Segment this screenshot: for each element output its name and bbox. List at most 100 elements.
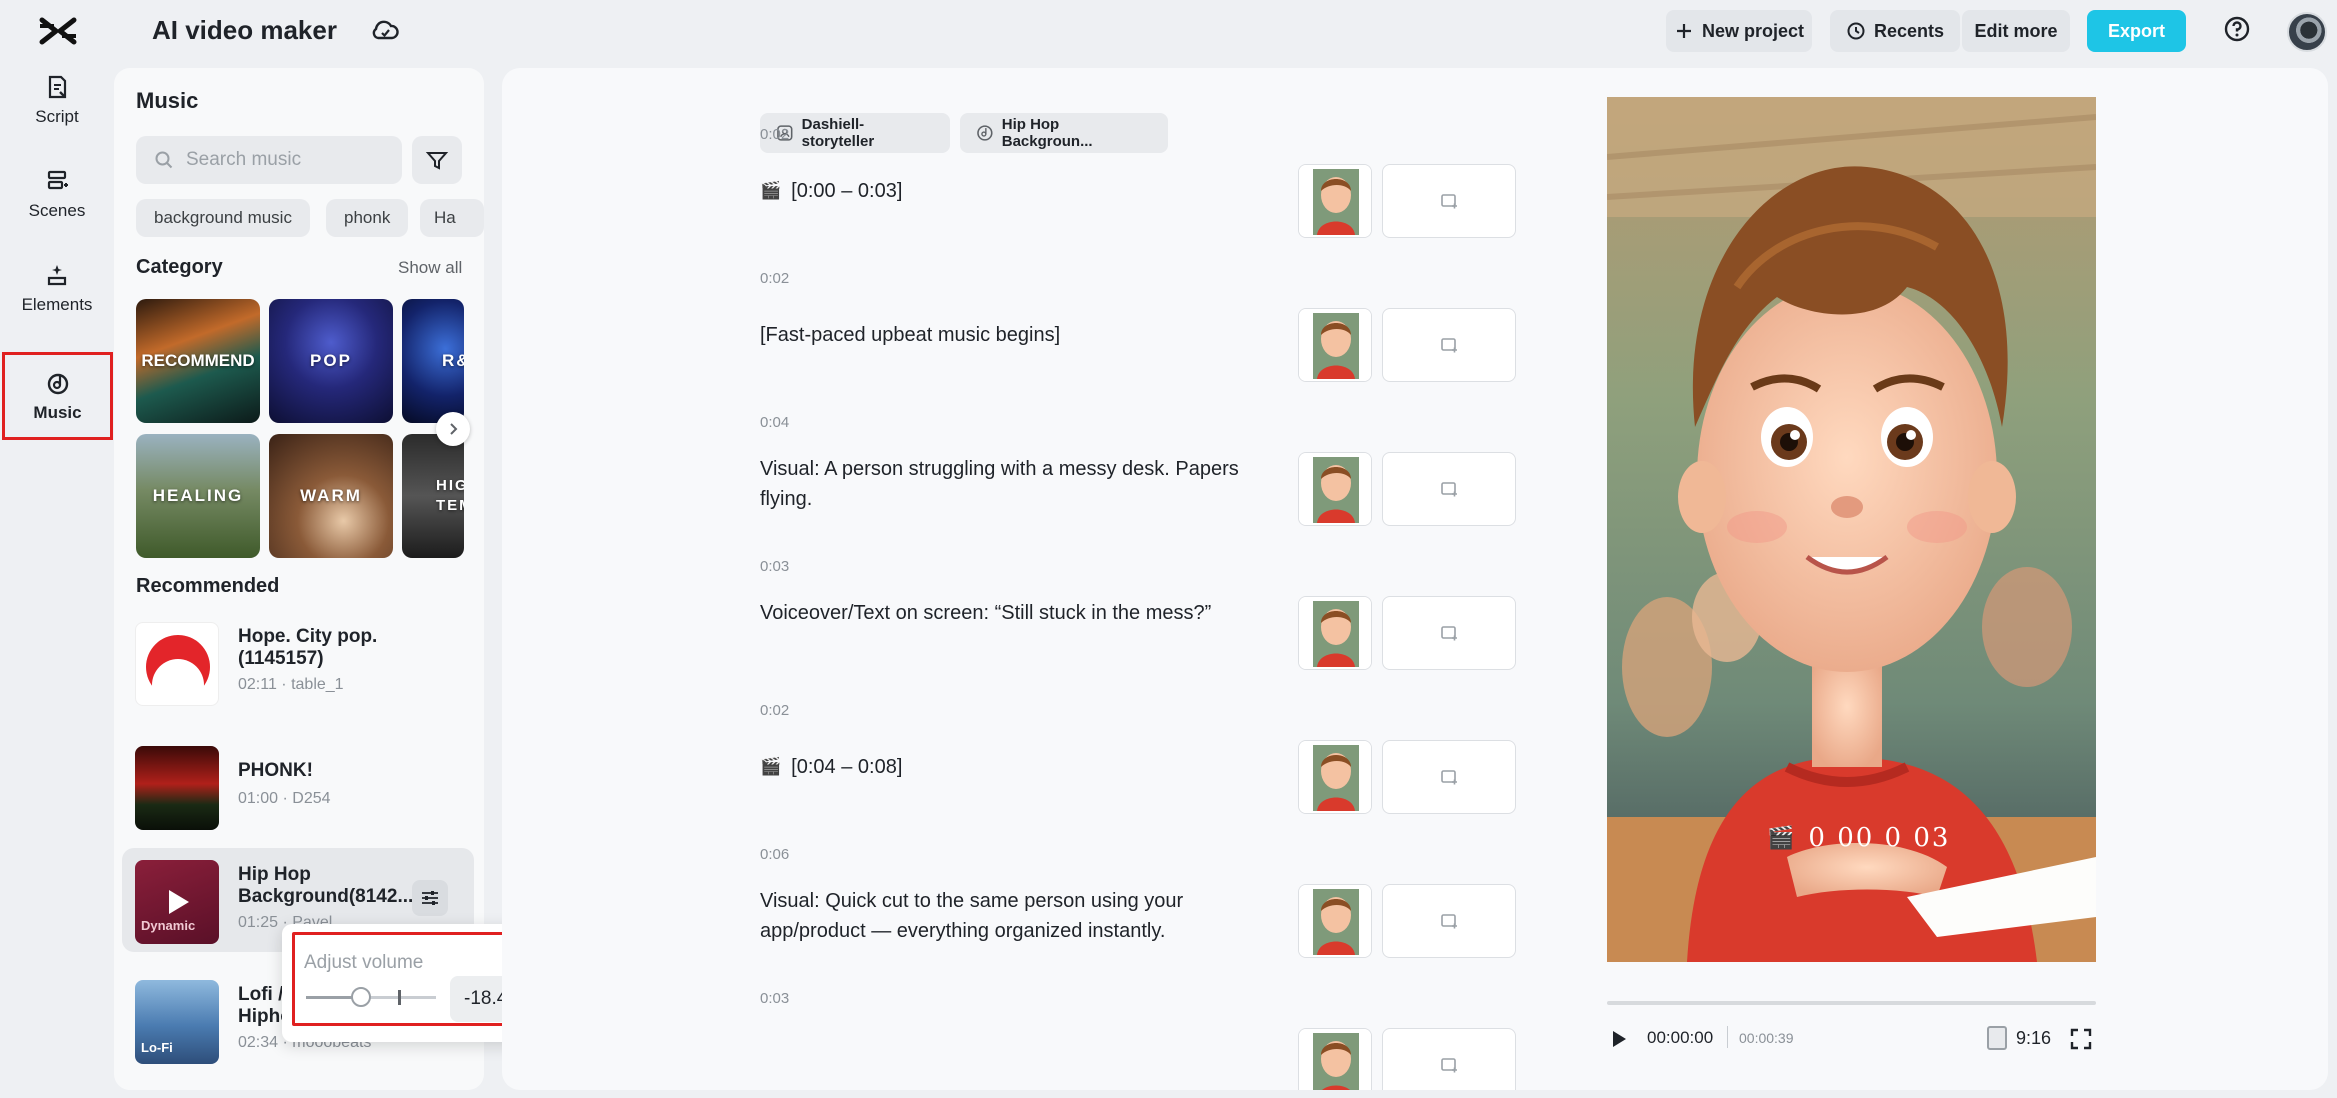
add-media-icon xyxy=(1441,914,1457,929)
chip-background-music[interactable]: background music xyxy=(136,199,310,237)
scenes-icon xyxy=(47,170,68,190)
segment-text[interactable]: Voiceover/Text on screen: “Still stuck i… xyxy=(760,598,1280,628)
sidebar-item-elements[interactable]: Elements xyxy=(0,244,114,332)
sidebar-item-scenes[interactable]: Scenes xyxy=(0,150,114,238)
segment-text[interactable]: 🎬 [0:04 – 0:08] xyxy=(760,752,1280,782)
segment-scene-thumbnail[interactable] xyxy=(1298,452,1372,526)
segment-scene-thumbnail[interactable] xyxy=(1298,740,1372,814)
edit-more-button[interactable]: Edit more xyxy=(1962,10,2070,52)
play-icon[interactable] xyxy=(1610,1028,1628,1050)
category-label: HEALING xyxy=(152,486,244,505)
recents-button[interactable]: Recents xyxy=(1830,10,1960,52)
track-thumbnail xyxy=(135,746,219,830)
adjust-volume-button[interactable] xyxy=(412,880,448,916)
fullscreen-icon[interactable] xyxy=(2070,1028,2092,1050)
track-thumbnail: Dynamic xyxy=(135,860,219,944)
add-media-button[interactable] xyxy=(1382,164,1516,238)
chip-phonk[interactable]: phonk xyxy=(326,199,409,237)
track-meta: 01:00 · D254 xyxy=(238,790,331,807)
category-tile-pop[interactable]: POP xyxy=(269,299,393,423)
segment-duration: 0:02 xyxy=(760,270,790,287)
app-title: AI video maker xyxy=(152,15,337,45)
segment-text[interactable]: Visual: Quick cut to the same person usi… xyxy=(760,886,1280,946)
track-name: Hip Hop Background(8142... xyxy=(238,864,414,907)
segment-text[interactable]: Visual: A person struggling with a messy… xyxy=(760,454,1280,514)
track-item[interactable]: PHONK! 01:00 · D254 xyxy=(122,734,474,838)
export-button[interactable]: Export xyxy=(2087,10,2186,52)
add-media-button[interactable] xyxy=(1382,596,1516,670)
edit-more-label: Edit more xyxy=(1974,20,2058,41)
playback-progress-bar[interactable] xyxy=(1607,1001,2096,1005)
add-media-button[interactable] xyxy=(1382,1028,1516,1090)
segment-duration: 0:02 xyxy=(760,126,790,143)
music-tag[interactable]: Hip Hop Backgroun... xyxy=(960,113,1168,153)
adjust-volume-label: Adjust volume xyxy=(304,952,424,973)
category-tile-warm[interactable]: WARM xyxy=(269,434,393,558)
video-preview[interactable]: 🎬 0 00 0 03 xyxy=(1607,97,2096,962)
avatar[interactable] xyxy=(2287,12,2327,52)
chevron-right-icon[interactable] xyxy=(436,412,470,446)
volume-slider-handle[interactable] xyxy=(351,987,371,1007)
segment-duration: 0:06 xyxy=(760,846,790,863)
track-thumbnail xyxy=(135,622,219,706)
category-tile-recommend[interactable]: RECOMMEND xyxy=(136,299,260,423)
category-label: R& xyxy=(442,351,464,370)
clapperboard-icon: 🎬 xyxy=(760,181,782,200)
segment-text[interactable]: [Fast-paced upbeat music begins] xyxy=(760,320,1280,350)
preview-overlay-time-text: 0 00 0 03 xyxy=(1808,823,1951,853)
clapperboard-icon: 🎬 xyxy=(1767,825,1797,851)
capcut-logo-icon[interactable] xyxy=(38,14,78,48)
category-label: HIG TEM xyxy=(436,477,464,514)
sidebar-item-music[interactable]: Music xyxy=(2,352,113,440)
segment-duration: 0:04 xyxy=(760,414,790,431)
export-label: Export xyxy=(2107,20,2165,41)
search-input[interactable] xyxy=(186,149,376,171)
aspect-ratio-label[interactable]: 9:16 xyxy=(2016,1028,2051,1049)
aspect-ratio-icon[interactable] xyxy=(1987,1026,2007,1050)
sidebar-item-label: Music xyxy=(33,403,82,422)
new-project-label: New project xyxy=(1701,20,1805,41)
add-media-icon xyxy=(1441,770,1457,785)
help-icon[interactable] xyxy=(2222,14,2252,44)
segment-duration: 0:03 xyxy=(760,558,790,575)
sidebar-item-label: Scenes xyxy=(28,201,86,220)
top-bar: AI video maker New project Recents Edit … xyxy=(0,0,2337,62)
segment-text-label: [0:00 – 0:03] xyxy=(791,180,903,202)
new-project-button[interactable]: New project xyxy=(1666,10,1812,52)
add-media-button[interactable] xyxy=(1382,452,1516,526)
add-media-button[interactable] xyxy=(1382,884,1516,958)
segment-text[interactable]: 🎬 [0:00 – 0:03] xyxy=(760,176,1280,206)
add-media-icon xyxy=(1441,1058,1457,1073)
thumb-label: Dynamic xyxy=(141,918,196,933)
plus-icon xyxy=(1676,24,1691,38)
clapperboard-icon: 🎬 xyxy=(760,757,782,776)
category-tile-healing[interactable]: HEALING xyxy=(136,434,260,558)
sidebar-item-label: Script xyxy=(35,107,79,126)
add-media-button[interactable] xyxy=(1382,308,1516,382)
track-name: PHONK! xyxy=(238,760,313,781)
chip-ha[interactable]: Ha xyxy=(420,199,484,237)
cloud-sync-icon[interactable] xyxy=(370,16,400,46)
music-tag-label: Hip Hop Backgroun... xyxy=(1001,116,1093,150)
category-tile-high-tempo[interactable]: HIG TEM xyxy=(402,434,464,558)
add-media-icon xyxy=(1441,482,1457,497)
category-tile-rnb[interactable]: R& xyxy=(402,299,464,423)
segment-duration: 0:02 xyxy=(760,702,790,719)
segment-scene-thumbnail[interactable] xyxy=(1298,1028,1372,1090)
sidebar-item-script[interactable]: Script xyxy=(0,56,114,144)
track-name: Hope. City pop. (1145157) xyxy=(238,626,378,669)
segment-scene-thumbnail[interactable] xyxy=(1298,884,1372,958)
search-box[interactable] xyxy=(136,136,402,184)
clock-icon xyxy=(1847,22,1865,40)
track-thumbnail: Lo-Fi xyxy=(135,980,219,1064)
segment-scene-thumbnail[interactable] xyxy=(1298,164,1372,238)
segment-scene-thumbnail[interactable] xyxy=(1298,596,1372,670)
sliders-icon xyxy=(422,891,438,905)
add-media-button[interactable] xyxy=(1382,740,1516,814)
add-media-icon xyxy=(1441,626,1457,641)
recommended-title: Recommended xyxy=(136,575,280,597)
segment-scene-thumbnail[interactable] xyxy=(1298,308,1372,382)
track-item[interactable]: Hope. City pop. (1145157) 02:11 · table_… xyxy=(122,610,474,714)
filter-button[interactable] xyxy=(412,136,462,184)
show-all-link[interactable]: Show all xyxy=(398,258,462,278)
